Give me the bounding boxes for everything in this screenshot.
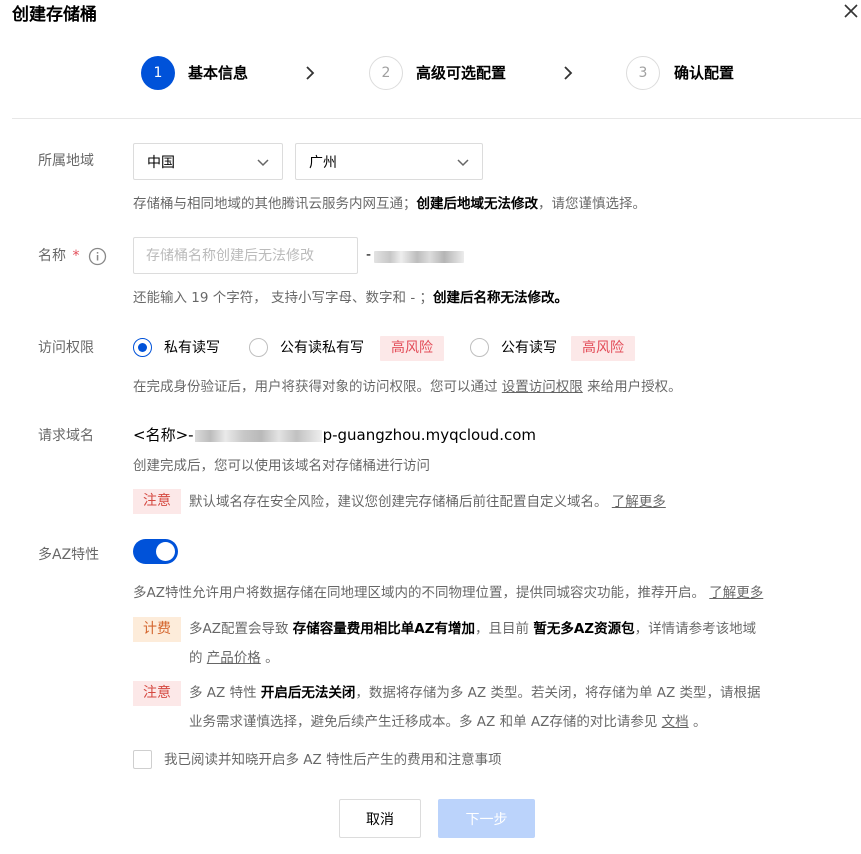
az-notice-line-1: 多 AZ 特性 开启后无法关闭，数据将存储为多 AZ 类型。若关闭，将存储为单 … bbox=[189, 679, 839, 708]
steps-bar: 1 基本信息 2 高级可选配置 3 确认配置 bbox=[0, 56, 861, 92]
radio-public-readwrite-indicator[interactable] bbox=[470, 338, 489, 357]
step-3-label: 确认配置 bbox=[674, 64, 735, 82]
appid-suffix: - bbox=[366, 247, 464, 267]
city-select[interactable]: 广州 bbox=[295, 143, 483, 180]
learn-more-link[interactable]: 了解更多 bbox=[612, 494, 666, 510]
region-label: 所属地域 bbox=[38, 153, 94, 169]
toggle-knob bbox=[156, 542, 175, 561]
docs-link[interactable]: 文档 bbox=[662, 714, 689, 730]
country-value: 中国 bbox=[147, 154, 175, 171]
chevron-down-icon bbox=[456, 155, 470, 169]
cancel-button[interactable]: 取消 bbox=[339, 799, 421, 838]
fee-text: ，详情请参考该地域 bbox=[634, 621, 757, 637]
step-1-label: 基本信息 bbox=[188, 64, 249, 82]
domain-suffix: p-guangzhou.myqcloud.com bbox=[322, 426, 537, 444]
access-help-text: 在完成身份验证后，用户将获得对象的访问权限。您可以通过 bbox=[133, 379, 498, 395]
multi-az-label: 多AZ特性 bbox=[38, 547, 100, 563]
access-permission-link[interactable]: 设置访问权限 bbox=[502, 379, 583, 395]
region-help-text: 存储桶与相同地域的其他腾讯云服务内网互通； bbox=[133, 196, 417, 212]
notice-tag: 注意 bbox=[133, 681, 181, 706]
access-help-suffix: 来给用户授权。 bbox=[587, 379, 682, 395]
step-2-circle: 2 bbox=[369, 56, 403, 90]
name-label-text: 名称 bbox=[38, 248, 66, 264]
step-1-number: 1 bbox=[153, 65, 163, 81]
radio-private-indicator[interactable] bbox=[133, 338, 152, 357]
region-help: 存储桶与相同地域的其他腾讯云服务内网互通；创建后地域无法修改，请您谨慎选择。 bbox=[133, 194, 646, 214]
name-help: 还能输入 19 个字符， 支持小写字母、数字和 - ；创建后名称无法修改。 bbox=[133, 288, 568, 308]
acknowledge-checkbox-row[interactable]: 我已阅读并知晓开启多 AZ 特性后产生的费用和注意事项 bbox=[133, 749, 633, 771]
fee-text: ，且目前 bbox=[475, 621, 530, 637]
az-notice-text: 业务需求谨慎选择，避免后续产生迁移成本。多 AZ 和单 AZ存储的对比请参见 bbox=[189, 714, 658, 730]
fee-line-2: 的 产品价格 。 bbox=[189, 644, 839, 673]
close-icon[interactable] bbox=[842, 2, 860, 20]
az-notice: 多 AZ 特性 开启后无法关闭，数据将存储为多 AZ 类型。若关闭，将存储为单 … bbox=[189, 679, 839, 737]
name-label: 名称 * bbox=[38, 246, 79, 266]
region-help-suffix: ，请您谨慎选择。 bbox=[538, 196, 646, 212]
fee-bold: 暂无多AZ资源包 bbox=[533, 621, 635, 637]
dialog-title: 创建存储桶 bbox=[12, 5, 97, 25]
request-domain: <名称>- p-guangzhou.myqcloud.com bbox=[133, 425, 536, 445]
step-2-label: 高级可选配置 bbox=[416, 64, 507, 82]
acknowledge-checkbox[interactable] bbox=[133, 750, 152, 769]
az-notice-text: ，数据将存储为多 AZ 类型。若关闭，将存储为单 AZ 类型，请根据 bbox=[355, 685, 761, 701]
region-help-bold: 创建后地域无法修改 bbox=[416, 196, 539, 212]
chevron-right-icon bbox=[302, 65, 318, 81]
fee-bold: 存储容量费用相比单AZ有增加 bbox=[292, 621, 476, 637]
notice-tag: 注意 bbox=[133, 489, 181, 514]
step-3-number: 3 bbox=[638, 65, 648, 81]
multi-az-help-text: 多AZ特性允许用户将数据存储在同地理区域内的不同物理位置，提供同城容灾功能，推荐… bbox=[133, 585, 705, 601]
chevron-down-icon bbox=[256, 155, 270, 169]
domain-help: 创建完成后，您可以使用该域名对存储桶进行访问 bbox=[133, 458, 430, 474]
pricing-link[interactable]: 产品价格 bbox=[207, 650, 261, 666]
radio-private-label: 私有读写 bbox=[164, 340, 220, 356]
learn-more-link[interactable]: 了解更多 bbox=[709, 585, 763, 601]
domain-warning-text: 默认域名存在安全风险，建议您创建完存储桶后前往配置自定义域名。 bbox=[189, 494, 608, 510]
access-help: 在完成身份验证后，用户将获得对象的访问权限。您可以通过 设置访问权限 来给用户授… bbox=[133, 377, 682, 397]
az-notice-text: 。 bbox=[692, 714, 707, 730]
fee-text: 。 bbox=[265, 650, 279, 666]
fee-tag: 计费 bbox=[133, 617, 181, 642]
city-value: 广州 bbox=[309, 154, 337, 171]
az-notice-bold: 开启后无法关闭 bbox=[260, 685, 356, 701]
chevron-right-icon bbox=[560, 65, 576, 81]
step-1-circle: 1 bbox=[141, 56, 175, 90]
domain-warning: 默认域名存在安全风险，建议您创建完存储桶后前往配置自定义域名。 了解更多 bbox=[189, 492, 666, 512]
info-icon[interactable] bbox=[88, 247, 107, 266]
suffix-dash: - bbox=[366, 247, 372, 263]
access-label: 访问权限 bbox=[38, 340, 94, 356]
name-help-text: 还能输入 19 个字符， 支持小写字母、数字和 - ； bbox=[133, 290, 434, 306]
header-divider bbox=[12, 118, 861, 119]
step-2-number: 2 bbox=[381, 65, 391, 81]
redacted-appid bbox=[374, 251, 464, 263]
country-select[interactable]: 中国 bbox=[133, 143, 283, 180]
next-button[interactable]: 下一步 bbox=[438, 799, 535, 838]
radio-private[interactable]: 私有读写 bbox=[133, 337, 233, 359]
domain-label: 请求域名 bbox=[38, 428, 94, 444]
fee-text: 的 bbox=[189, 650, 203, 666]
required-mark: * bbox=[72, 248, 80, 264]
name-help-bold: 创建后名称无法修改。 bbox=[433, 290, 569, 306]
radio-public-read-indicator[interactable] bbox=[249, 338, 268, 357]
fee-line-1: 多AZ配置会导致 存储容量费用相比单AZ有增加，且目前 暂无多AZ资源包，详情请… bbox=[189, 615, 839, 644]
domain-prefix: <名称>- bbox=[133, 426, 194, 444]
multi-az-toggle[interactable] bbox=[133, 539, 178, 564]
risk-badge: 高风险 bbox=[380, 336, 444, 361]
az-notice-line-2: 业务需求谨慎选择，避免后续产生迁移成本。多 AZ 和单 AZ存储的对比请参见 文… bbox=[189, 708, 839, 737]
radio-public-readwrite-label: 公有读写 bbox=[501, 340, 557, 356]
acknowledge-label: 我已阅读并知晓开启多 AZ 特性后产生的费用和注意事项 bbox=[164, 752, 502, 768]
bucket-name-field[interactable] bbox=[146, 247, 357, 264]
fee-text: 多AZ配置会导致 bbox=[189, 621, 289, 637]
fee-notice: 多AZ配置会导致 存储容量费用相比单AZ有增加，且目前 暂无多AZ资源包，详情请… bbox=[189, 615, 839, 673]
redacted-domain-part bbox=[194, 429, 322, 442]
bucket-name-input[interactable] bbox=[133, 237, 358, 274]
step-3-circle: 3 bbox=[626, 56, 660, 90]
multi-az-help: 多AZ特性允许用户将数据存储在同地理区域内的不同物理位置，提供同城容灾功能，推荐… bbox=[133, 583, 763, 603]
az-notice-text: 多 AZ 特性 bbox=[189, 685, 257, 701]
risk-badge: 高风险 bbox=[571, 336, 635, 361]
radio-public-readwrite[interactable]: 公有读写 bbox=[470, 337, 570, 359]
radio-public-read-label: 公有读私有写 bbox=[280, 340, 364, 356]
